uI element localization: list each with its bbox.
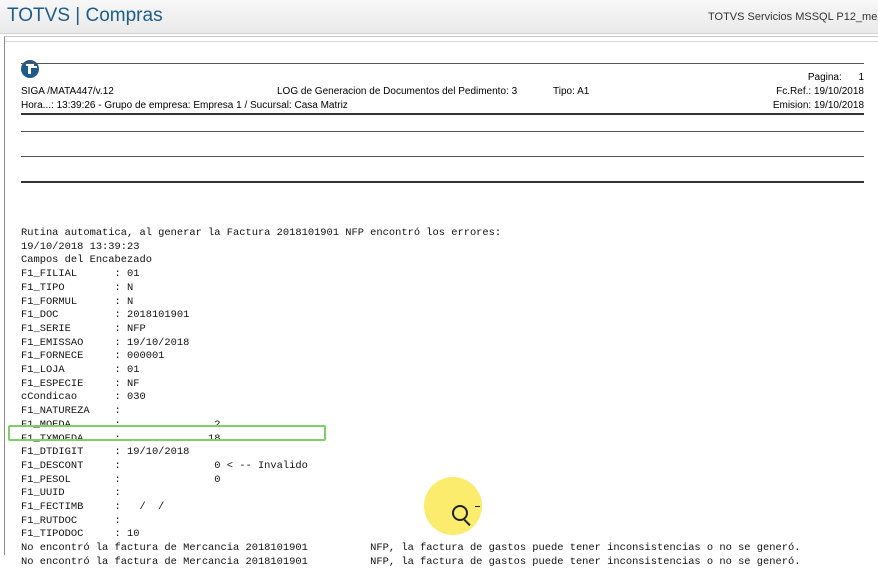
system-label: SIGA /MATA447/v.12: [21, 86, 114, 97]
log-line: No encontró la factura de Mercancia 2018…: [21, 542, 801, 555]
hora-label: Hora...: 13:39:26 - Grupo de empresa: Em…: [21, 100, 348, 111]
log-line: F1_UUID :: [21, 487, 121, 500]
log-line: F1_EMISSAO : 19/10/2018: [21, 336, 190, 349]
divider: [21, 156, 864, 157]
report-viewer[interactable]: Pagina: 1 SIGA /MATA447/v.12 LOG de Gene…: [4, 36, 878, 568]
log-line: F1_FORNECE : 000001: [21, 350, 165, 363]
log-line: F1_FECTIMB : / /: [21, 501, 165, 514]
log-line: No encontró la factura de Mercancia 2018…: [21, 555, 801, 568]
log-line: F1_DESCONT : 0 < -- Invalido: [21, 459, 308, 472]
zoom-minus-icon: [475, 506, 480, 507]
log-line: F1_TIPO : N: [21, 281, 134, 294]
log-line: F1_FILIAL : 01: [21, 268, 140, 281]
cursor-highlight: [424, 477, 482, 535]
log-line: cCondicao : 030: [21, 391, 146, 404]
log-line: F1_FORMUL : N: [21, 295, 134, 308]
log-line: F1_NATUREZA :: [21, 405, 121, 418]
fc-ref-label: Fc.Ref.: 19/10/2018: [776, 86, 864, 97]
report-title: LOG de Generacion de Documentos del Pedi…: [277, 86, 518, 97]
log-line: F1_RUTDOC :: [21, 514, 121, 527]
divider: [21, 181, 864, 183]
divider: [21, 131, 864, 132]
header-rule: [21, 63, 864, 64]
log-line: F1_TIPODOC : 10: [21, 528, 140, 541]
log-line: 19/10/2018 13:39:23: [21, 240, 140, 253]
log-line: Rutina automatica, al generar la Factura…: [21, 227, 502, 239]
log-line: F1_LOJA : 01: [21, 364, 140, 377]
server-label: TOTVS Servicios MSSQL P12_mexrox: [708, 11, 878, 23]
divider: [5, 41, 878, 42]
log-line: Campos del Encabezado: [21, 254, 152, 267]
title-bar: TOTVS | Compras TOTVS Servicios MSSQL P1…: [0, 0, 878, 34]
zoom-cursor-icon: [452, 505, 468, 521]
log-line: F1_ESPECIE : NF: [21, 377, 140, 390]
emision-label: Emision: 19/10/2018: [772, 100, 864, 111]
log-line: F1_DOC : 2018101901: [21, 309, 190, 322]
log-line: F1_PESOL : 0: [21, 473, 221, 486]
log-line: F1_SERIE : NFP: [21, 322, 146, 335]
page-number: Pagina: 1: [807, 72, 864, 83]
tipo-label: Tipo: A1: [553, 86, 590, 97]
log-line: F1_DTDIGIT : 19/10/2018: [21, 446, 190, 459]
log-output: Rutina automatica, al generar la Factura…: [21, 227, 800, 570]
app-title: TOTVS | Compras: [7, 5, 163, 26]
divider: [21, 113, 864, 115]
invalid-field-highlight: [8, 425, 326, 441]
